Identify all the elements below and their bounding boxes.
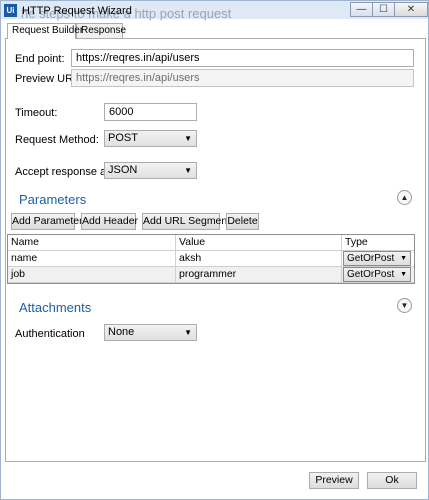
attachments-expand-button[interactable]: ▼ bbox=[397, 298, 412, 313]
chevron-up-icon: ▲ bbox=[400, 193, 409, 202]
attachments-section-title: Attachments bbox=[19, 300, 92, 315]
param-name-cell[interactable]: name bbox=[8, 251, 176, 267]
title-bar[interactable]: he steps to make a http post request Ui … bbox=[1, 1, 428, 21]
uipath-app-icon: Ui bbox=[4, 4, 17, 17]
param-name-cell[interactable]: job bbox=[8, 267, 176, 283]
dropdown-arrow-icon: ▼ bbox=[184, 166, 192, 175]
parameters-section-title: Parameters bbox=[19, 192, 87, 207]
tab-request-builder[interactable]: Request Builder bbox=[7, 23, 83, 39]
add-parameter-button[interactable]: Add Parameter bbox=[11, 213, 83, 230]
maximize-button[interactable]: ☐ bbox=[372, 2, 395, 17]
accept-response-label: Accept response as: bbox=[15, 166, 115, 178]
authentication-label: Authentication bbox=[15, 328, 85, 340]
window-title: HTTP Request Wizard bbox=[22, 5, 132, 17]
dropdown-arrow-icon: ▼ bbox=[184, 134, 192, 143]
accept-response-value: JSON bbox=[108, 164, 138, 176]
column-header-value[interactable]: Value bbox=[176, 235, 342, 251]
request-method-label: Request Method: bbox=[15, 134, 99, 146]
minimize-icon: — bbox=[356, 4, 367, 15]
chevron-down-icon: ▼ bbox=[400, 301, 409, 310]
ok-button[interactable]: Ok bbox=[367, 472, 417, 489]
maximize-icon: ☐ bbox=[379, 4, 388, 15]
close-icon: ✕ bbox=[406, 4, 416, 15]
authentication-select[interactable]: None ▼ bbox=[104, 324, 197, 341]
param-type-value: GetOrPost bbox=[347, 253, 395, 264]
timeout-input[interactable]: 6000 bbox=[104, 103, 197, 121]
param-type-cell: GetOrPost ▼ bbox=[342, 251, 414, 267]
delete-button[interactable]: Delete bbox=[226, 213, 259, 230]
preview-url-field: https://reqres.in/api/users bbox=[71, 69, 414, 87]
http-request-wizard-window: he steps to make a http post request Ui … bbox=[0, 0, 429, 500]
dropdown-arrow-icon: ▼ bbox=[400, 271, 407, 278]
dropdown-arrow-icon: ▼ bbox=[400, 255, 407, 262]
add-url-segment-button[interactable]: Add URL Segment bbox=[142, 213, 230, 230]
param-type-cell: GetOrPost ▼ bbox=[342, 267, 414, 283]
endpoint-input[interactable]: https://reqres.in/api/users bbox=[71, 49, 414, 67]
parameters-collapse-button[interactable]: ▲ bbox=[397, 190, 412, 205]
accept-response-select[interactable]: JSON ▼ bbox=[104, 162, 197, 179]
param-value-cell[interactable]: aksh bbox=[176, 251, 342, 267]
endpoint-label: End point: bbox=[15, 53, 65, 65]
add-header-button[interactable]: Add Header bbox=[81, 213, 138, 230]
table-row[interactable]: job programmer GetOrPost ▼ bbox=[8, 267, 414, 283]
dropdown-arrow-icon: ▼ bbox=[184, 328, 192, 337]
request-method-select[interactable]: POST ▼ bbox=[104, 130, 197, 147]
authentication-value: None bbox=[108, 326, 135, 338]
table-row[interactable]: name aksh GetOrPost ▼ bbox=[8, 251, 414, 267]
param-type-select[interactable]: GetOrPost ▼ bbox=[343, 267, 411, 282]
param-type-select[interactable]: GetOrPost ▼ bbox=[343, 251, 411, 266]
param-type-value: GetOrPost bbox=[347, 269, 395, 280]
grid-header-row: Name Value Type bbox=[8, 235, 414, 251]
column-header-name[interactable]: Name bbox=[8, 235, 176, 251]
parameters-grid: Name Value Type name aksh GetOrPost ▼ jo… bbox=[7, 234, 415, 284]
timeout-label: Timeout: bbox=[15, 107, 58, 119]
preview-button[interactable]: Preview bbox=[309, 472, 359, 489]
request-method-value: POST bbox=[108, 132, 138, 144]
minimize-button[interactable]: — bbox=[350, 2, 373, 17]
close-button[interactable]: ✕ bbox=[394, 2, 428, 17]
tab-response[interactable]: Response bbox=[76, 23, 126, 38]
column-header-type[interactable]: Type bbox=[342, 235, 414, 251]
param-value-cell[interactable]: programmer bbox=[176, 267, 342, 283]
